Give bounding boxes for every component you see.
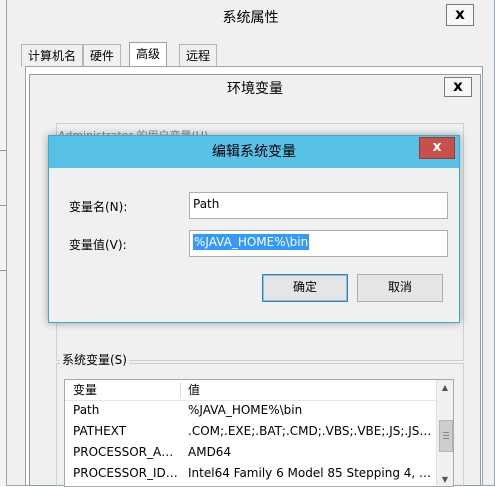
system-variables-list[interactable]: 变量 值 Path %JAVA_HOME%\bin PATHEXT .COM;.… — [64, 379, 454, 487]
tab-advanced[interactable]: 高级 — [129, 42, 168, 68]
system-properties-close-button[interactable]: x — [446, 4, 474, 26]
scroll-down-arrow-icon[interactable]: ▼ — [437, 472, 453, 486]
tab-hardware[interactable]: 硬件 — [83, 44, 122, 67]
system-variables-label: 系统变量(S) — [60, 351, 129, 368]
edit-dialog-close-button[interactable]: x — [419, 137, 455, 159]
grip-line — [443, 435, 449, 436]
variable-value-label: 变量值(V): — [69, 238, 127, 252]
list-header: 变量 值 — [65, 380, 439, 401]
row-variable-value: %JAVA_HOME%\bin — [188, 403, 303, 417]
environment-variables-close-button[interactable]: x — [444, 77, 472, 97]
row-variable-name: Path — [73, 403, 100, 417]
table-row[interactable]: PROCESSOR_AR... AMD64 — [65, 442, 439, 463]
edit-dialog-body: 变量名(N): Path 变量值(V): %JAVA_HOME%\bin 确定 … — [49, 168, 459, 322]
edit-dialog-title: 编辑系统变量 — [49, 136, 459, 168]
column-header-variable[interactable]: 变量 — [73, 380, 97, 400]
row-variable-name: PROCESSOR_AR... — [73, 445, 178, 459]
cancel-button[interactable]: 取消 — [357, 274, 443, 302]
variable-value-input[interactable]: %JAVA_HOME%\bin — [189, 230, 448, 257]
table-row[interactable]: Path %JAVA_HOME%\bin — [65, 400, 439, 421]
variable-name-input[interactable]: Path — [189, 192, 448, 219]
row-variable-name: PATHEXT — [73, 424, 127, 438]
variable-value-selected-text: %JAVA_HOME%\bin — [193, 234, 310, 250]
variable-name-value: Path — [193, 197, 220, 211]
grip-line — [443, 432, 449, 433]
row-variable-value: .COM;.EXE;.BAT;.CMD;.VBS;.VBE;.JS;.JSE;.… — [188, 424, 438, 438]
environment-variables-title: 环境变量 — [30, 75, 480, 103]
scroll-up-arrow-icon[interactable]: ▲ — [437, 380, 453, 396]
row-variable-value: AMD64 — [188, 445, 232, 459]
scroll-thumb[interactable] — [439, 420, 453, 452]
table-row[interactable]: PROCESSOR_IDE... Intel64 Family 6 Model … — [65, 463, 439, 484]
system-properties-title: 系统属性 — [7, 0, 494, 36]
tab-remote[interactable]: 远程 — [179, 44, 218, 67]
column-header-value[interactable]: 值 — [188, 380, 200, 400]
edit-system-variable-dialog: 编辑系统变量 x 变量名(N): Path 变量值(V): %JAVA_HOME… — [48, 135, 460, 323]
table-row[interactable]: PATHEXT .COM;.EXE;.BAT;.CMD;.VBS;.VBE;.J… — [65, 421, 439, 442]
ok-button[interactable]: 确定 — [262, 274, 348, 302]
column-separator[interactable] — [180, 382, 181, 398]
variable-name-label: 变量名(N): — [69, 200, 128, 214]
grip-line — [443, 438, 449, 439]
row-variable-value: Intel64 Family 6 Model 85 Stepping 4, G.… — [188, 466, 438, 480]
tab-computer-name[interactable]: 计算机名 — [21, 44, 84, 67]
row-variable-name: PROCESSOR_IDE... — [73, 466, 178, 480]
vertical-scrollbar[interactable]: ▲ ▼ — [436, 380, 453, 486]
